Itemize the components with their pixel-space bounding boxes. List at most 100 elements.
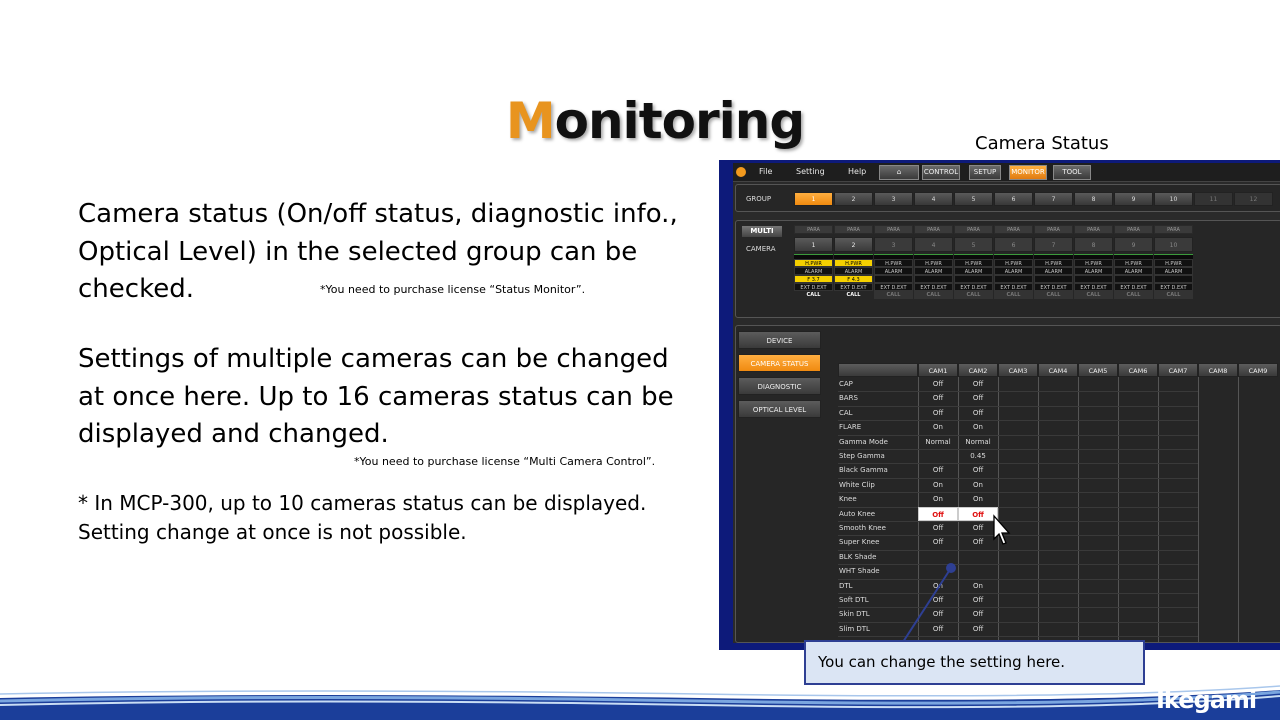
call-button[interactable]: CALL [834, 291, 873, 299]
group-button-9[interactable]: 9 [1114, 192, 1153, 206]
alarm-indicator: ALARM [994, 267, 1033, 275]
camera-select-button-6[interactable]: 6 [994, 237, 1033, 252]
group-button-1[interactable]: 1 [794, 192, 833, 206]
call-button[interactable]: CALL [1154, 291, 1193, 299]
ext-indicator: EXT D.EXT [874, 283, 913, 291]
side-diagnostic[interactable]: DIAGNOSTIC [738, 377, 821, 395]
home-button[interactable]: ⌂ [879, 165, 919, 180]
camera-select-button-9[interactable]: 9 [1114, 237, 1153, 252]
setting-cell[interactable]: Off [918, 535, 958, 549]
paragraph-mcp300: * In MCP-300, up to 10 cameras status ca… [78, 489, 718, 547]
para-button[interactable]: PARA [794, 225, 833, 234]
para-button[interactable]: PARA [1034, 225, 1073, 234]
camera-select-button-5[interactable]: 5 [954, 237, 993, 252]
nav-tool[interactable]: TOOL [1053, 165, 1091, 180]
app-logo-icon[interactable] [736, 167, 746, 177]
nav-setup[interactable]: SETUP [969, 165, 1001, 180]
menu-file[interactable]: File [759, 167, 772, 176]
setting-cell[interactable]: Off [958, 463, 998, 477]
setting-cell[interactable]: Normal [918, 435, 958, 449]
menu-help[interactable]: Help [848, 167, 866, 176]
para-button[interactable]: PARA [914, 225, 953, 234]
row-label: CAL [839, 408, 853, 417]
setting-cell[interactable]: Normal [958, 435, 998, 449]
setting-cell[interactable]: Off [918, 391, 958, 405]
camera-select-button-3[interactable]: 3 [874, 237, 913, 252]
camera-select-button-8[interactable]: 8 [1074, 237, 1113, 252]
setting-cell[interactable]: Off [918, 521, 958, 535]
para-button[interactable]: PARA [1154, 225, 1193, 234]
group-label: GROUP [746, 195, 772, 203]
group-button-4[interactable]: 4 [914, 192, 953, 206]
setting-cell[interactable]: Off [918, 463, 958, 477]
call-button[interactable]: CALL [794, 291, 833, 299]
paragraph-multi-camera: Settings of multiple cameras can be chan… [78, 344, 674, 449]
setting-cell[interactable]: On [958, 478, 998, 492]
camera-select-button-10[interactable]: 10 [1154, 237, 1193, 252]
camera-column: PARA 9 H.PWR ALARM EXT D.EXT CALL [1114, 225, 1153, 299]
group-button-5[interactable]: 5 [954, 192, 993, 206]
fstop-indicator [874, 275, 913, 283]
call-button[interactable]: CALL [874, 291, 913, 299]
para-button[interactable]: PARA [874, 225, 913, 234]
nav-monitor[interactable]: MONITOR [1009, 165, 1047, 180]
call-button[interactable]: CALL [954, 291, 993, 299]
row-label: CAP [839, 380, 853, 388]
para-button[interactable]: PARA [954, 225, 993, 234]
setting-cell[interactable]: Off [958, 391, 998, 405]
menu-setting[interactable]: Setting [796, 167, 825, 176]
side-optical-level[interactable]: OPTICAL LEVEL [738, 400, 821, 418]
ext-indicator: EXT D.EXT [1154, 283, 1193, 291]
camera-select-button-7[interactable]: 7 [1034, 237, 1073, 252]
nav-control[interactable]: CONTROL [922, 165, 960, 180]
grid-divider [1038, 377, 1039, 643]
group-button-2[interactable]: 2 [834, 192, 873, 206]
call-button[interactable]: CALL [1074, 291, 1113, 299]
call-button[interactable]: CALL [1114, 291, 1153, 299]
setting-cell[interactable]: On [918, 420, 958, 434]
setting-cell[interactable]: Off [918, 377, 958, 391]
camera-column: PARA 10 H.PWR ALARM EXT D.EXT CALL [1154, 225, 1193, 299]
group-button-8[interactable]: 8 [1074, 192, 1113, 206]
side-camera-status[interactable]: CAMERA STATUS [738, 354, 821, 372]
camera-select-button-4[interactable]: 4 [914, 237, 953, 252]
callout-pointer [902, 563, 956, 643]
setting-cell[interactable]: Off [958, 506, 998, 521]
group-button-3[interactable]: 3 [874, 192, 913, 206]
setting-cell[interactable]: On [918, 478, 958, 492]
setting-cell[interactable]: Off [918, 506, 958, 521]
para-button[interactable]: PARA [994, 225, 1033, 234]
fstop-indicator: F 3.7 [794, 275, 833, 283]
setting-cell[interactable]: Off [958, 535, 998, 549]
para-button[interactable]: PARA [1074, 225, 1113, 234]
setting-cell[interactable]: On [958, 420, 998, 434]
setting-cell[interactable]: On [958, 492, 998, 506]
alarm-indicator: ALARM [954, 267, 993, 275]
group-button-10[interactable]: 10 [1154, 192, 1193, 206]
multi-button[interactable]: MULTI [742, 226, 782, 237]
call-button[interactable]: CALL [1034, 291, 1073, 299]
side-device[interactable]: DEVICE [738, 331, 821, 349]
setting-cell[interactable] [918, 449, 958, 463]
camera-select-button-2[interactable]: 2 [834, 237, 873, 252]
setting-cell[interactable]: Off [958, 377, 998, 391]
call-button[interactable]: CALL [914, 291, 953, 299]
alarm-indicator: ALARM [794, 267, 833, 275]
group-button-11[interactable]: 11 [1194, 192, 1233, 206]
slide-title-rest: onitoring [554, 92, 806, 150]
fstop-indicator: F 4.3 [834, 275, 873, 283]
para-button[interactable]: PARA [1114, 225, 1153, 234]
setting-cell[interactable]: On [918, 492, 958, 506]
setting-cell[interactable]: Off [918, 406, 958, 420]
setting-cell[interactable]: Off [958, 406, 998, 420]
setting-cell[interactable]: 0.45 [958, 449, 998, 463]
setting-cell[interactable]: Off [958, 521, 998, 535]
call-button[interactable]: CALL [994, 291, 1033, 299]
camera-select-button-1[interactable]: 1 [794, 237, 833, 252]
para-button[interactable]: PARA [834, 225, 873, 234]
row-divider [838, 636, 1198, 638]
grid-divider [1238, 377, 1239, 643]
group-button-12[interactable]: 12 [1234, 192, 1273, 206]
group-button-6[interactable]: 6 [994, 192, 1033, 206]
group-button-7[interactable]: 7 [1034, 192, 1073, 206]
